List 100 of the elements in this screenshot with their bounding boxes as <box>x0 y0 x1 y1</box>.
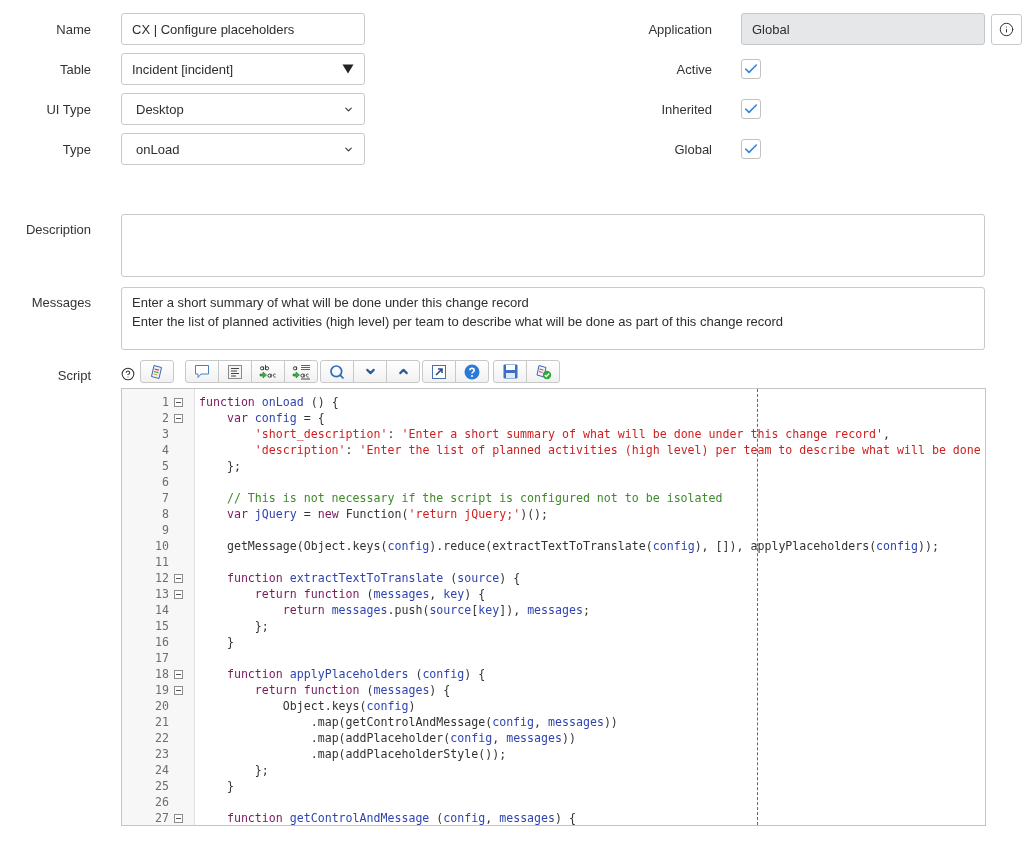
checkbox[interactable] <box>741 99 761 119</box>
line-number: 22 <box>154 730 169 746</box>
minus-box-icon[interactable] <box>174 685 183 695</box>
speech-bubble-icon <box>194 364 210 379</box>
field-label: Global <box>674 141 712 157</box>
next-match-button[interactable] <box>353 360 387 383</box>
line-number: 2 <box>161 410 169 426</box>
code-line: }; <box>226 458 241 474</box>
line-number: 13 <box>154 586 169 602</box>
readonly-field: Global <box>741 13 985 45</box>
line-number: 6 <box>161 474 169 490</box>
line-number: 14 <box>154 602 169 618</box>
line-number: 21 <box>154 714 169 730</box>
field-label: Messages <box>31 294 91 310</box>
line-number: 10 <box>154 538 169 554</box>
arrow-box-icon <box>432 364 446 379</box>
code-line: function extractTextToTranslate (source) { <box>226 570 521 586</box>
line-number: 26 <box>154 794 169 810</box>
code-editor[interactable] <box>121 388 986 826</box>
line-number: 19 <box>154 682 169 698</box>
line-number: 20 <box>154 698 169 714</box>
line-number: 27 <box>154 810 169 825</box>
field-label: UI Type <box>46 101 91 117</box>
code-line: }; <box>254 762 269 778</box>
line-number: 23 <box>154 746 169 762</box>
code-line: return function (messages) { <box>254 682 451 698</box>
line-number: 5 <box>161 458 169 474</box>
replace-icon <box>259 363 277 380</box>
caret-icon <box>342 64 354 74</box>
validate-button[interactable] <box>140 360 174 383</box>
text-lines-icon <box>228 364 242 379</box>
line-number: 18 <box>154 666 169 682</box>
text-input[interactable]: CX | Configure placeholders <box>121 13 365 45</box>
fullscreen-button[interactable] <box>422 360 456 383</box>
line-number: 24 <box>154 762 169 778</box>
minus-box-icon[interactable] <box>174 413 183 423</box>
checkbox[interactable] <box>741 59 761 79</box>
line-number: 25 <box>154 778 169 794</box>
search-button[interactable] <box>320 360 354 383</box>
help-icon[interactable] <box>121 366 135 381</box>
description-field[interactable] <box>121 214 985 277</box>
line-number: 11 <box>154 554 169 570</box>
line-number: 3 <box>161 426 169 442</box>
replace-all-icon <box>291 363 311 380</box>
code-line: 'description': 'Enter the list of planned activities (high level) per team to describe what will be done <box>254 442 981 458</box>
code-line: } <box>226 778 234 794</box>
code-line: return function (messages, key) { <box>254 586 486 602</box>
minus-box-icon[interactable] <box>174 397 183 407</box>
line-number: 16 <box>154 634 169 650</box>
info-button[interactable] <box>991 13 1022 45</box>
code-line: function applyPlaceholders (config) { <box>226 666 486 682</box>
code-line: function getControlAndMessage (config, messages) { <box>226 810 576 825</box>
code-line: var config = { <box>226 410 325 426</box>
replace-all-button[interactable] <box>284 360 318 383</box>
save-button[interactable] <box>493 360 527 383</box>
minus-box-icon[interactable] <box>174 589 183 599</box>
code-line: .map(addPlaceholderStyle()); <box>310 746 507 762</box>
code-line: function onLoad () { <box>199 394 339 410</box>
field-label: Name <box>56 21 91 37</box>
minus-box-icon[interactable] <box>174 669 183 679</box>
format-button[interactable] <box>218 360 252 383</box>
search-icon <box>329 363 345 380</box>
minus-box-icon[interactable] <box>174 573 183 583</box>
help-button[interactable] <box>455 360 489 383</box>
field-label: Application <box>648 21 712 37</box>
code-line: .map(addPlaceholder(config, messages)) <box>310 730 576 746</box>
info-icon <box>999 21 1014 37</box>
field-label: Script <box>57 367 91 383</box>
previous-match-button[interactable] <box>386 360 420 383</box>
code-line: 'short_description': 'Enter a short summary of what will be done under this change record', <box>254 426 891 442</box>
field-label: Table <box>59 61 91 77</box>
dropdown-field[interactable]: Desktop <box>121 93 365 125</box>
reference-field[interactable]: Incident [incident] <box>121 53 365 85</box>
code-line: // This is not necessary if the script is configured not to be isolated <box>226 490 723 506</box>
field-label: Description <box>25 221 91 237</box>
field-label: Active <box>676 61 712 77</box>
checkbox[interactable] <box>741 139 761 159</box>
messages-field[interactable]: Enter a short summary of what will be done under this change record Enter the list of planned activities (high level) per team to describe what will be done as part of this change record <box>121 287 985 350</box>
line-number: 1 <box>161 394 169 410</box>
code-line: Object.keys(config) <box>282 698 416 714</box>
code-line: getMessage(Object.keys(config).reduce(extractTextToTranslate(config), []), applyPlaceholders(config)); <box>226 538 939 554</box>
comment-button[interactable] <box>185 360 219 383</box>
help-icon <box>464 363 480 380</box>
line-number: 8 <box>161 506 169 522</box>
minus-box-icon[interactable] <box>174 813 183 823</box>
field-label: Inherited <box>661 101 712 117</box>
replace-button[interactable] <box>251 360 285 383</box>
line-number: 12 <box>154 570 169 586</box>
code-line: }; <box>254 618 269 634</box>
line-number: 15 <box>154 618 169 634</box>
dropdown-field[interactable]: onLoad <box>121 133 365 165</box>
code-line: .map(getControlAndMessage(config, messages)) <box>310 714 618 730</box>
line-number: 7 <box>161 490 169 506</box>
scroll-icon <box>149 363 165 380</box>
code-line: var jQuery = new Function('return jQuery;')(); <box>226 506 549 522</box>
line-number: 17 <box>154 650 169 666</box>
check-save-button[interactable] <box>526 360 560 383</box>
code-line: return messages.push(source[key]), messages; <box>282 602 590 618</box>
field-label: Type <box>62 141 91 157</box>
line-number: 4 <box>161 442 169 458</box>
